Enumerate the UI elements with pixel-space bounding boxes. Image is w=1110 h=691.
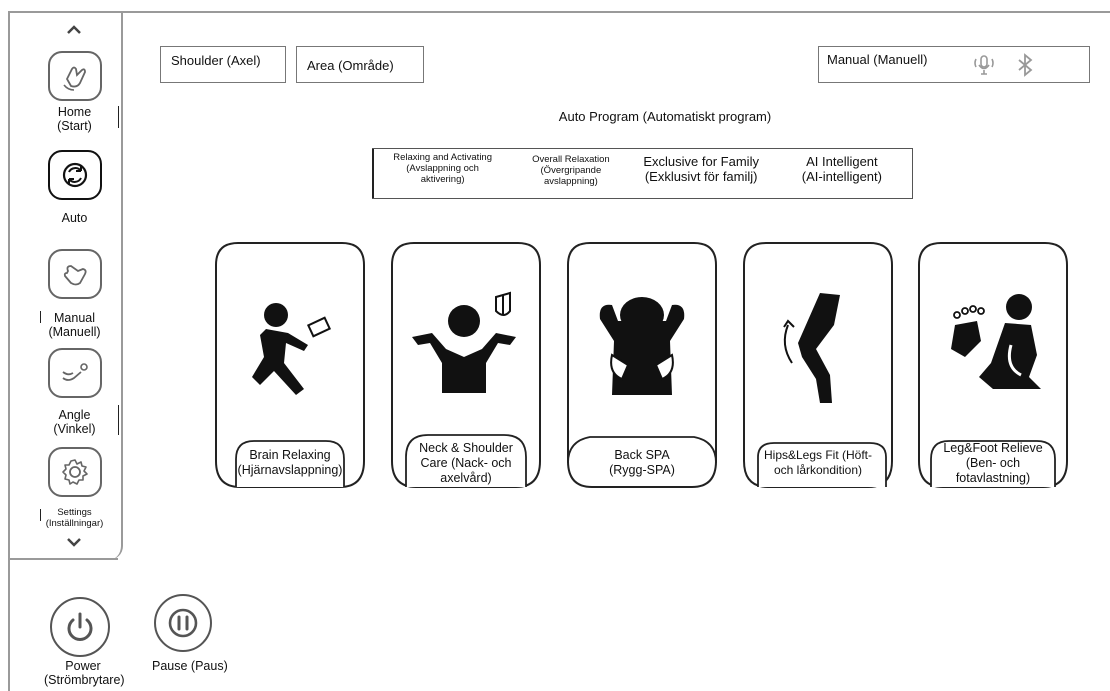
area-button[interactable]: Area (Område) [296,46,424,83]
sidebar-item-auto[interactable]: Auto [28,150,121,225]
frame-top-border [8,11,1110,13]
bluetooth-icon[interactable] [1012,52,1038,78]
scroll-up-icon[interactable] [54,20,94,41]
manual-mode-bar: Manual (Manuell) [818,46,1090,83]
reading-person-icon [252,303,332,395]
sidebar-divider [8,558,118,560]
divider-tick [118,106,119,128]
power-button[interactable] [50,597,110,657]
power-label: Power (Strömbrytare) [44,659,125,687]
pause-label: Pause (Paus) [152,659,228,673]
recline-icon [47,348,102,398]
hand-tap-icon [47,249,102,299]
back-massage-icon [599,297,685,395]
pause-icon [168,608,198,638]
sync-icon [47,150,102,200]
program-card-hips-legs[interactable]: Hips&Legs Fit (Höft- och lårkondition) [742,241,894,495]
frame-left-border [8,11,10,691]
card-label: Neck & Shoulder Care (Nack- och axelvård… [419,440,513,485]
scroll-down-icon[interactable] [54,532,94,553]
program-card-back-spa[interactable]: Back SPA (Rygg-SPA) [566,241,718,495]
program-card-leg-foot[interactable]: Leg&Foot Relieve (Ben- och fotavlastning… [917,241,1069,495]
foot-relief-icon [951,294,1041,389]
tab-ai-intelligent[interactable]: AI Intelligent (AI-intelligent) [772,149,912,198]
neck-shoulder-icon [412,291,516,393]
tab-relaxing-activating[interactable]: Relaxing and Activating (Avslappning och… [372,149,511,198]
divider-tick [40,311,41,323]
sidebar-item-angle[interactable]: Angle (Vinkel) [28,348,121,436]
card-label: Hips&Legs Fit (Höft- och lårkondition) [763,448,873,477]
manual-button[interactable]: Manual (Manuell) [827,52,927,67]
power-icon [67,612,93,641]
sidebar-item-label: Auto [61,211,88,225]
hand-wave-icon [47,51,102,101]
divider-tick [40,509,41,521]
tab-exclusive-family[interactable]: Exclusive for Family (Exklusivt för fami… [631,149,772,198]
card-label: Brain Relaxing (Hjärnavslappning) [237,448,343,477]
sidebar-item-label: Angle (Vinkel) [53,408,96,436]
auto-program-title: Auto Program (Automatiskt program) [558,109,772,124]
program-card-brain-relaxing[interactable]: Brain Relaxing (Hjärnavslappning) [214,241,366,495]
pause-button[interactable] [154,594,212,652]
sidebar-item-label: Manual (Manuell) [48,311,101,339]
shoulder-button[interactable]: Shoulder (Axel) [160,46,286,83]
sidebar-item-manual[interactable]: Manual (Manuell) [28,249,121,339]
program-tabs: Relaxing and Activating (Avslappning och… [372,148,913,199]
sidebar-item-label: Settings (Inställningar) [45,507,104,529]
sidebar-item-label: Home (Start) [57,105,92,133]
card-label: Back SPA (Rygg-SPA) [609,448,675,477]
tab-overall-relaxation[interactable]: Overall Relaxation (Övergripande avslapp… [511,149,630,198]
voice-icon[interactable] [971,52,997,78]
hips-legs-icon [783,293,840,403]
program-card-neck-shoulder[interactable]: Neck & Shoulder Care (Nack- och axelvård… [390,241,542,495]
divider-tick [118,405,119,435]
card-label: Leg&Foot Relieve (Ben- och fotavlastning… [943,440,1043,485]
sidebar-item-home[interactable]: Home (Start) [28,51,121,133]
sidebar-item-settings[interactable]: Settings (Inställningar) [28,447,121,529]
gear-icon [47,447,102,497]
